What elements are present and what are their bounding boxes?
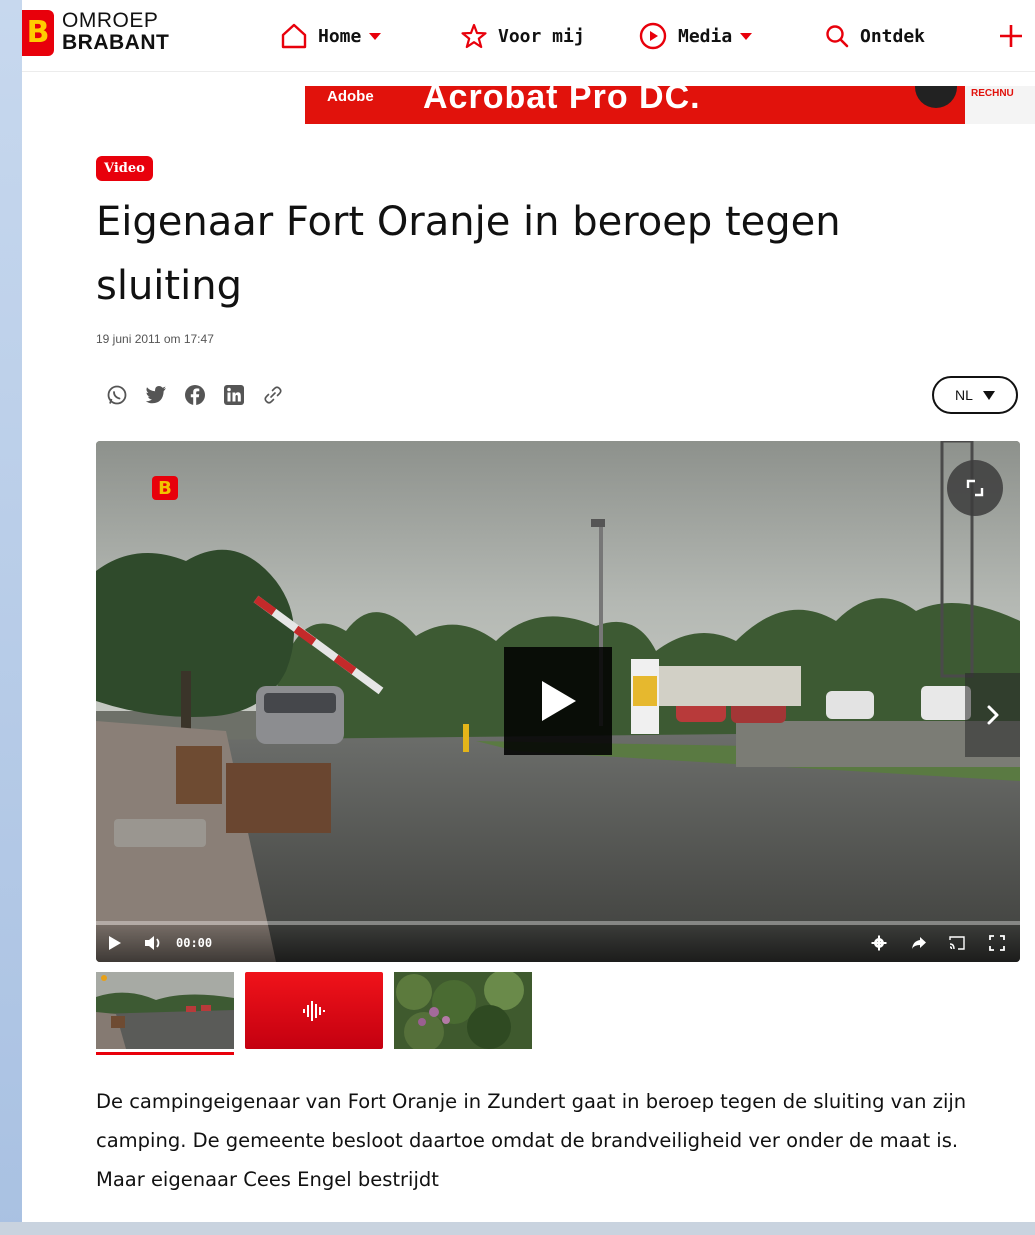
article-title: Eigenaar Fort Oranje in beroep tegen slu… — [96, 199, 841, 309]
language-label: NL — [955, 387, 973, 403]
volume-button[interactable] — [144, 933, 164, 953]
media-thumbnail-video[interactable] — [96, 972, 234, 1049]
article-body: De campingeigenaar van Fort Oranje in Zu… — [96, 1090, 967, 1191]
window-bottom-edge — [0, 1222, 1035, 1235]
nav-media-label: Media — [678, 25, 733, 47]
site-header: B OMROEP BRABANT Home Voor mij Media Ont… — [22, 0, 1035, 72]
active-thumbnail-indicator — [96, 1052, 234, 1055]
search-icon — [826, 25, 849, 48]
ad-doc-label: RECHNU — [971, 88, 1014, 99]
nav-ontdek-label: Ontdek — [860, 25, 926, 47]
plus-icon — [1000, 25, 1022, 47]
facebook-icon[interactable] — [184, 384, 206, 406]
linkedin-icon[interactable] — [223, 384, 245, 406]
article-date: 19 juni 2011 om 17:47 — [96, 332, 214, 346]
nav-voor-mij[interactable]: Voor mij — [460, 20, 585, 52]
language-selector[interactable]: NL — [932, 376, 1018, 414]
play-button[interactable] — [108, 933, 122, 953]
big-play-button[interactable] — [504, 647, 612, 755]
media-thumbnail-audio[interactable] — [245, 972, 383, 1049]
play-icon — [542, 681, 576, 721]
logo-mark-letter: B — [26, 15, 50, 50]
chevron-down-icon — [740, 32, 753, 40]
media-thumbnail-image[interactable] — [394, 972, 532, 1049]
fullscreen-button[interactable] — [989, 933, 1005, 953]
next-video-button[interactable] — [965, 673, 1020, 757]
nav-home-label: Home — [318, 25, 362, 47]
ad-banner[interactable]: Adobe Acrobat Pro DC. RECHNU — [305, 86, 1035, 124]
thumbnail-image — [96, 972, 234, 1049]
cast-icon — [949, 936, 965, 950]
share-arrow-icon — [912, 937, 926, 949]
expand-icon — [966, 479, 984, 497]
whatsapp-icon[interactable] — [106, 384, 128, 406]
twitter-icon[interactable] — [145, 384, 167, 406]
nav-voor-mij-label: Voor mij — [498, 25, 585, 47]
ad-brand: Adobe — [327, 88, 374, 105]
ad-dot — [915, 86, 957, 108]
fullscreen-icon — [989, 935, 1005, 951]
chevron-down-icon — [982, 390, 995, 400]
play-icon — [109, 936, 121, 950]
video-player[interactable]: B 00:00 — [96, 441, 1020, 962]
audio-wave-icon — [303, 1000, 325, 1021]
star-icon — [461, 23, 487, 49]
settings-button[interactable] — [871, 933, 887, 953]
house-icon — [281, 23, 307, 49]
logo-text[interactable]: OMROEP BRABANT — [62, 10, 169, 53]
cast-button[interactable] — [949, 933, 965, 953]
window-frame — [0, 0, 22, 1235]
watermark-letter: B — [158, 477, 172, 499]
chevron-down-icon — [369, 32, 382, 40]
nav-ontdek[interactable]: Ontdek — [824, 20, 925, 52]
logo-line-2: BRABANT — [62, 31, 170, 54]
video-controls: 00:00 — [96, 925, 1020, 962]
share-video-button[interactable] — [911, 933, 927, 953]
page: B OMROEP BRABANT Home Voor mij Media Ont… — [22, 0, 1035, 1235]
video-time: 00:00 — [176, 936, 213, 950]
video-badge: Video — [96, 156, 153, 181]
link-icon[interactable] — [262, 384, 284, 406]
volume-icon — [145, 936, 160, 950]
ad-document-image: RECHNU — [965, 86, 1035, 124]
channel-watermark: B — [152, 476, 178, 500]
gear-icon — [871, 935, 887, 951]
nav-home[interactable]: Home — [280, 20, 382, 52]
chevron-right-icon — [987, 705, 998, 725]
logo-line-1: OMROEP — [62, 9, 159, 32]
ad-headline: Acrobat Pro DC. — [423, 86, 701, 116]
thumbnail-image — [394, 972, 532, 1049]
share-bar — [106, 384, 284, 406]
nav-media[interactable]: Media — [638, 20, 753, 52]
nav-more[interactable] — [998, 20, 1024, 52]
play-circle-icon — [639, 22, 667, 50]
fullscreen-toggle-button[interactable] — [947, 460, 1003, 516]
logo-mark[interactable]: B — [22, 10, 54, 56]
